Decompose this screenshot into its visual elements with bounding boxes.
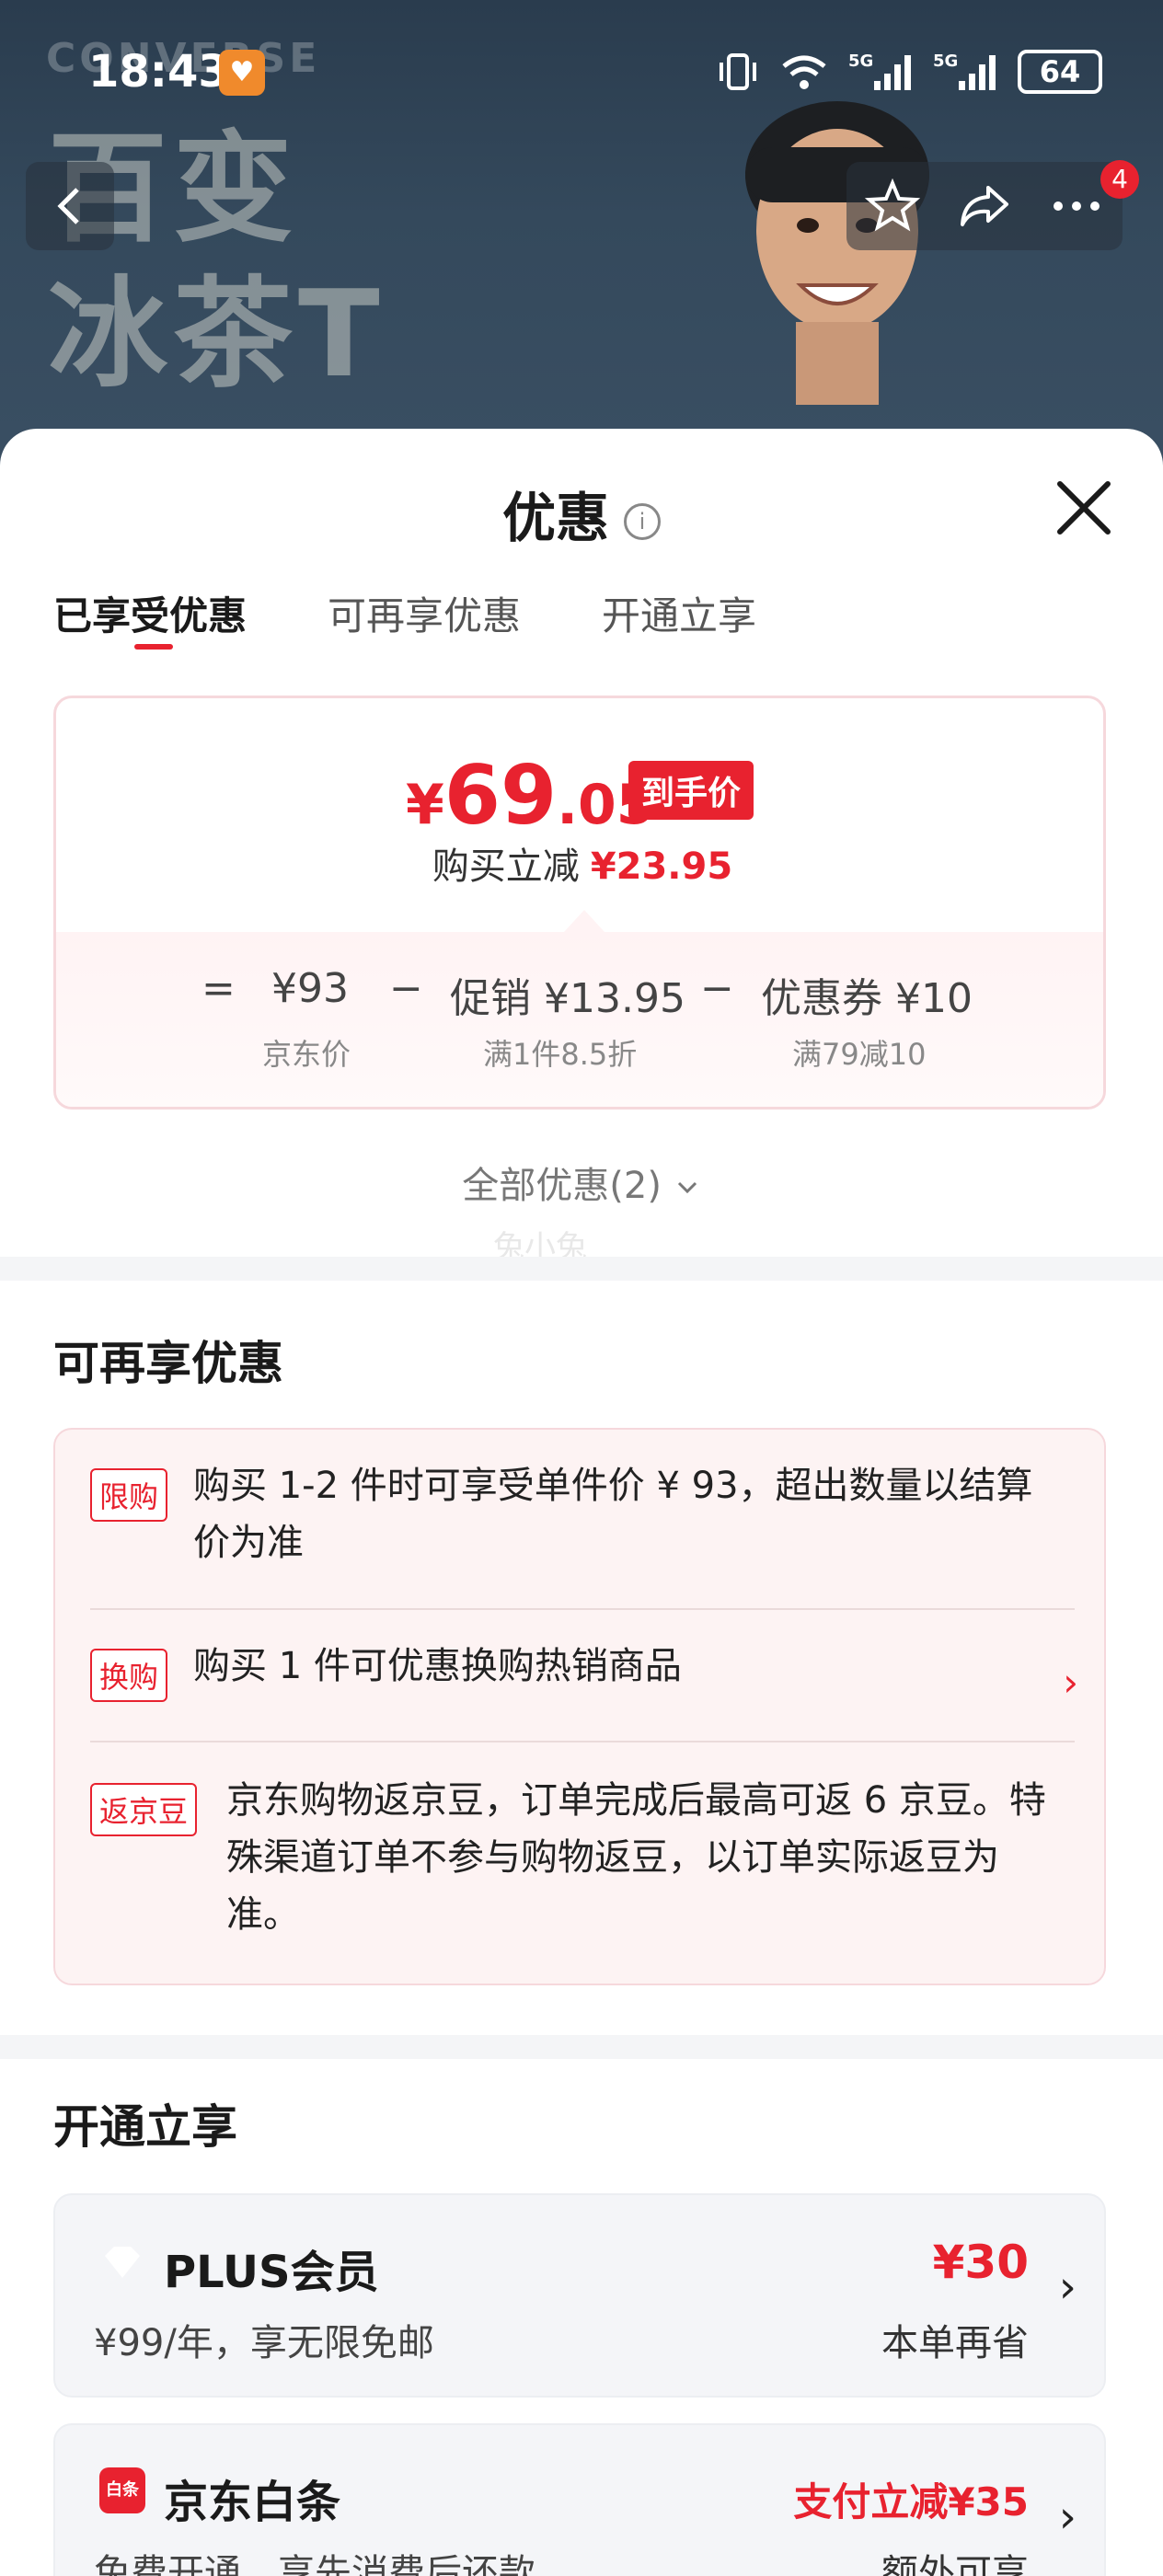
offer-jingdou-line1: 京东购物返京豆，订单完成后最高可返 6 京豆。特 xyxy=(226,1779,1046,1822)
plus-save: ¥30 xyxy=(932,2236,1029,2289)
baitiao-extra: 额外可享 xyxy=(881,2552,1029,2576)
offer-jingdou-line2: 殊渠道订单不参与购物返豆，以订单实际返豆为 xyxy=(226,1836,999,1879)
plus-extra: 本单再省 xyxy=(881,2322,1029,2364)
chevron-left-icon xyxy=(57,188,79,224)
coupon-caption: 满79减10 xyxy=(792,1037,927,1072)
baitiao-name: 京东白条 xyxy=(164,2477,341,2528)
offer-limit-line1: 购买 1-2 件时可享受单件价 ¥ 93，超出数量以结算 xyxy=(193,1465,1033,1507)
formula-promo: 促销 ¥13.95 xyxy=(450,975,685,1022)
formula-coupon: 优惠券 ¥10 xyxy=(761,975,973,1022)
section-divider-2 xyxy=(0,2035,1163,2059)
svg-text:5G: 5G xyxy=(933,52,958,71)
open-now-title: 开通立享 xyxy=(53,2100,237,2154)
tab-open-now[interactable]: 开通立享 xyxy=(602,585,756,641)
chevron-right-icon: › xyxy=(1058,2491,1077,2543)
battery-indicator: 64 xyxy=(1018,50,1102,94)
message-count-badge: 4 xyxy=(1100,160,1139,199)
offer-limit: 限购 购买 1-2 件时可享受单件价 ¥ 93，超出数量以结算 价为准 xyxy=(90,1463,1075,1577)
offer-tag-exchange: 换购 xyxy=(90,1649,168,1702)
all-promotions-toggle[interactable]: 全部优惠(2) xyxy=(0,1156,1163,1209)
back-button[interactable] xyxy=(26,162,114,250)
notification-heart-icon: ♥ xyxy=(219,50,265,96)
baitiao-save: 支付立减¥35 xyxy=(793,2479,1029,2524)
plus-member-card[interactable]: PLUS会员 ¥99/年，享无限免邮 ¥30 本单再省 › xyxy=(53,2193,1106,2398)
status-bar: 18:43 ♥ 5G 5G 64 xyxy=(0,0,1163,147)
star-favorite-icon[interactable] xyxy=(865,178,920,234)
sheet-title-row: 优惠 i xyxy=(0,475,1163,552)
formula-base-price: ¥93 xyxy=(271,965,349,1012)
wifi-icon xyxy=(782,55,826,89)
status-icons: 5G 5G 64 xyxy=(716,46,1102,98)
close-icon[interactable] xyxy=(1047,471,1121,545)
promo-caption: 满1件8.5折 xyxy=(483,1037,638,1072)
currency-symbol: ¥ xyxy=(406,773,444,837)
hero-headline-2: 冰茶T xyxy=(48,264,386,404)
offer-divider xyxy=(90,1608,1075,1610)
all-promotions-label: 全部优惠(2) xyxy=(462,1165,662,1207)
vibrate-icon xyxy=(720,53,756,90)
offer-tag-limit: 限购 xyxy=(90,1468,168,1522)
baitiao-card[interactable]: 白条 京东白条 免费开通，享先消费后还款 支付立减¥35 额外可享 › xyxy=(53,2423,1106,2576)
instant-reduction: 购买立减 ¥23.95 xyxy=(56,836,1103,890)
base-price-caption: 京东价 xyxy=(262,1037,351,1072)
final-price-card: ¥ 69 .05 到手价 购买立减 ¥23.95 = ¥93 − 促销 ¥13.9… xyxy=(53,696,1106,1110)
offer-divider-2 xyxy=(90,1741,1075,1742)
info-icon[interactable]: i xyxy=(624,502,661,540)
section-divider xyxy=(0,1257,1163,1281)
sheet-title: 优惠 xyxy=(501,487,609,549)
chevron-down-icon xyxy=(677,1181,697,1194)
svg-text:5G: 5G xyxy=(848,52,873,71)
offer-tag-jingdou: 返京豆 xyxy=(90,1783,198,1836)
reduction-label: 购买立减 xyxy=(432,845,580,888)
price-integer: 69 xyxy=(443,748,558,843)
promotions-sheet: 优惠 i 已享受优惠 可再享优惠 开通立享 ¥ 69 .05 到手价 购买立减 ¥2… xyxy=(0,429,1163,2576)
plus-diamond-icon xyxy=(105,2247,140,2278)
promo-tabs: 已享受优惠 可再享优惠 开通立享 xyxy=(53,585,756,650)
more-menu-icon[interactable] xyxy=(1049,178,1104,234)
more-offers-card: 限购 购买 1-2 件时可享受单件价 ¥ 93，超出数量以结算 价为准 换购 购… xyxy=(53,1428,1106,1985)
final-price: ¥ 69 .05 xyxy=(406,748,655,843)
plus-name: PLUS会员 xyxy=(164,2247,379,2298)
baitiao-icon: 白条 xyxy=(99,2467,145,2513)
offer-jingdou-line3: 准。 xyxy=(226,1893,300,1936)
reduction-value: ¥23.95 xyxy=(590,845,733,888)
breakdown-notch xyxy=(564,910,605,932)
tab-more-available[interactable]: 可再享优惠 xyxy=(328,585,521,641)
formula-minus-2: − xyxy=(700,965,734,1012)
plus-desc: ¥99/年，享无限免邮 xyxy=(94,2322,434,2364)
offer-exchange-text: 购买 1 件可优惠换购热销商品 xyxy=(193,1645,682,1687)
signal-5g-icon: 5G xyxy=(848,52,911,90)
offer-jingdou: 返京豆 京东购物返京豆，订单完成后最高可返 6 京豆。特 殊渠道订单不参与购物返… xyxy=(90,1777,1075,1961)
formula-equals: = xyxy=(202,965,236,1012)
more-offers-title: 可再享优惠 xyxy=(53,1337,283,1390)
nav-actions xyxy=(846,162,1123,250)
baitiao-desc: 免费开通，享先消费后还款 xyxy=(94,2552,535,2576)
share-icon[interactable] xyxy=(957,178,1012,234)
offer-limit-line2: 价为准 xyxy=(193,1522,304,1564)
formula-minus-1: − xyxy=(389,965,423,1012)
final-price-tag: 到手价 xyxy=(628,761,754,820)
signal-5g-icon-2: 5G xyxy=(933,52,996,90)
tab-enjoyed[interactable]: 已享受优惠 xyxy=(53,585,247,650)
chevron-right-icon: › xyxy=(1058,2261,1077,2313)
chevron-right-icon: › xyxy=(1063,1660,1078,1705)
offer-exchange[interactable]: 换购 购买 1 件可优惠换购热销商品 › xyxy=(90,1643,1078,1708)
clock: 18:43 xyxy=(88,46,229,98)
